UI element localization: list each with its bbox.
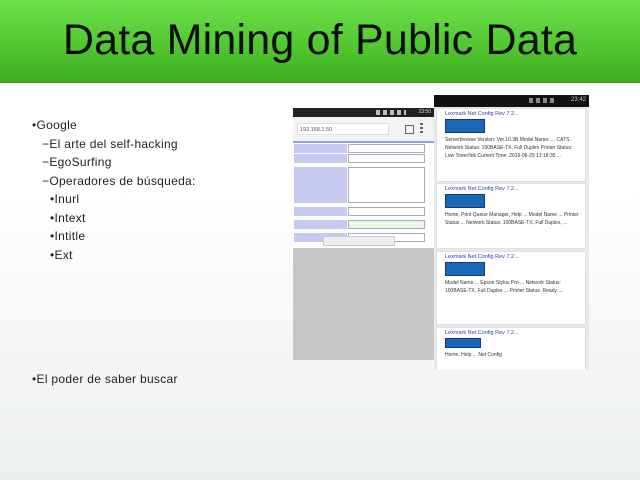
status-icons bbox=[376, 110, 406, 115]
page-background bbox=[293, 248, 434, 360]
tabs-icon bbox=[405, 125, 414, 134]
result-title: Lexmark Net Config Rev 7.2... bbox=[445, 186, 519, 192]
form-row bbox=[294, 167, 425, 203]
bullet-text: Operadores de búsqueda: bbox=[49, 173, 196, 188]
bullet-operadores: Operadores de búsqueda: bbox=[32, 172, 196, 191]
form-row bbox=[294, 220, 425, 229]
search-results-screenshot: 23:42 Lexmark Net Config Rev 7.2... Serv… bbox=[434, 95, 589, 370]
bullet-intext: Intext bbox=[32, 209, 196, 228]
form-row bbox=[294, 154, 425, 163]
form-row bbox=[294, 144, 425, 153]
printer-logo-image bbox=[445, 262, 485, 276]
bullet-text: Intext bbox=[54, 210, 86, 225]
status-clock: 23:50 bbox=[418, 109, 431, 115]
bullet-text: EgoSurfing bbox=[49, 155, 112, 169]
form-button bbox=[323, 236, 395, 246]
bullet-egosurfing: EgoSurfing bbox=[32, 153, 196, 172]
printer-config-screenshot: 23:50 192.168.1.50 bbox=[293, 108, 434, 360]
url-field: 192.168.1.50 bbox=[297, 123, 389, 135]
status-clock: 23:42 bbox=[570, 97, 586, 103]
result-snippet: Model Name ... Epson Stylus Pro ... Netw… bbox=[445, 280, 563, 294]
bullet-text: Inurl bbox=[54, 192, 80, 206]
bullet-self-hacking: El arte del self-hacking bbox=[32, 135, 196, 154]
bullet-text: El poder de saber buscar bbox=[36, 372, 178, 386]
slide-title: Data Mining of Public Data bbox=[62, 16, 578, 64]
result-title: Lexmark Net Config Rev 7.2... bbox=[445, 111, 519, 117]
form-row bbox=[294, 207, 425, 216]
result-card: Lexmark Net Config Rev 7.2... Home, Help… bbox=[437, 328, 585, 370]
status-bar: 23:50 bbox=[293, 108, 434, 117]
bullet-poder: El poder de saber buscar bbox=[32, 372, 178, 386]
bullet-list: Google El arte del self-hacking EgoSurfi… bbox=[32, 116, 196, 264]
result-card: Lexmark Net Config Rev 7.2... Home, Prin… bbox=[437, 184, 585, 248]
printer-logo-image bbox=[445, 119, 485, 133]
result-title: Lexmark Net Config Rev 7.2... bbox=[445, 330, 519, 336]
status-bar: 23:42 bbox=[434, 95, 589, 107]
printer-logo-image bbox=[445, 338, 481, 348]
bullet-google: Google bbox=[32, 116, 196, 135]
bullet-inurl: Inurl bbox=[32, 190, 196, 209]
overflow-menu-icon bbox=[420, 123, 423, 134]
bullet-text: Google bbox=[36, 118, 78, 132]
browser-url-bar: 192.168.1.50 bbox=[293, 117, 434, 143]
result-card: Lexmark Net Config Rev 7.2... Serverbrow… bbox=[437, 109, 585, 181]
result-snippet: Serverbrowse Version: Ver.10.3B Model Na… bbox=[445, 137, 573, 159]
result-snippet: Home, Print Queue Manager, Help ... Mode… bbox=[445, 212, 579, 226]
bullet-text: Intitle bbox=[54, 229, 86, 243]
bullet-text: Ext bbox=[54, 247, 73, 262]
result-snippet: Home, Help ... Net Config bbox=[445, 352, 502, 358]
config-form bbox=[294, 144, 425, 243]
result-title: Lexmark Net Config Rev 7.2... bbox=[445, 254, 519, 260]
bullet-text: El arte del self-hacking bbox=[49, 136, 178, 151]
bullet-ext: Ext bbox=[32, 246, 196, 265]
printer-logo-image bbox=[445, 194, 485, 208]
bullet-intitle: Intitle bbox=[32, 227, 196, 246]
result-card: Lexmark Net Config Rev 7.2... Model Name… bbox=[437, 252, 585, 324]
status-icons bbox=[529, 98, 557, 103]
title-bar: Data Mining of Public Data bbox=[0, 0, 640, 83]
